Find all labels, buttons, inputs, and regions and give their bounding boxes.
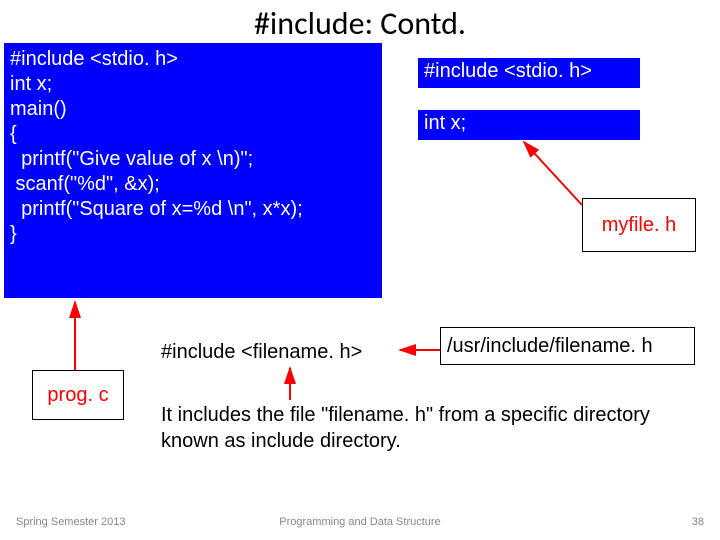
myfile-label: myfile. h xyxy=(582,198,696,252)
slide-title: #include: Contd. xyxy=(0,4,720,43)
prog-label: prog. c xyxy=(32,370,124,420)
code-line: #include <stdio. h> xyxy=(10,47,376,72)
stdio-snippet: #include <stdio. h> xyxy=(418,58,640,88)
code-block: #include <stdio. h> int x; main() { prin… xyxy=(4,43,382,298)
code-line: printf("Square of x=%d \n", x*x); xyxy=(10,197,376,222)
code-line: main() xyxy=(10,97,376,122)
code-line: printf("Give value of x \n)"; xyxy=(10,147,376,172)
include-filename-text: #include <filename. h> xyxy=(161,341,362,364)
footer-page-number: 38 xyxy=(692,516,704,528)
intx-snippet: int x; xyxy=(418,110,640,140)
explanation-text: It includes the file "filename. h" from … xyxy=(161,402,691,454)
code-line: scanf("%d", &x); xyxy=(10,172,376,197)
code-line: { xyxy=(10,122,376,147)
code-line: int x; xyxy=(10,72,376,97)
footer-center: Programming and Data Structure xyxy=(0,516,720,528)
usr-path-box: /usr/include/filename. h xyxy=(440,327,695,365)
code-line: } xyxy=(10,222,376,247)
